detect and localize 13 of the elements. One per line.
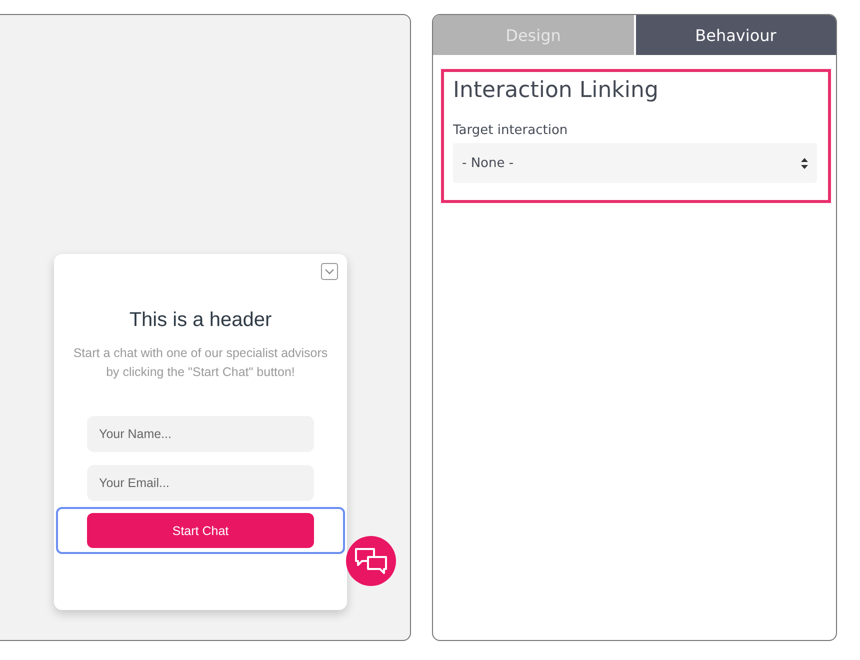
section-title: Interaction Linking bbox=[453, 78, 660, 103]
collapse-icon[interactable] bbox=[321, 263, 338, 280]
widget-header: This is a header bbox=[129, 309, 272, 332]
input-field[interactable]: Your Name... bbox=[87, 416, 314, 452]
target-select[interactable]: - None - bbox=[453, 143, 817, 183]
input-field[interactable]: Your Email... bbox=[87, 465, 314, 501]
widget-description: Start a chat with one of our specialist advisors by clicking the "Start Chat" button! bbox=[72, 345, 329, 381]
chat-launcher-button[interactable] bbox=[346, 536, 396, 586]
chat-bubbles-icon bbox=[354, 547, 388, 575]
field-label: Target interaction bbox=[453, 123, 569, 138]
tab[interactable]: Behaviour bbox=[636, 15, 836, 55]
start-chat-button[interactable]: Start Chat bbox=[87, 513, 314, 548]
sort-arrows-icon bbox=[801, 158, 808, 168]
